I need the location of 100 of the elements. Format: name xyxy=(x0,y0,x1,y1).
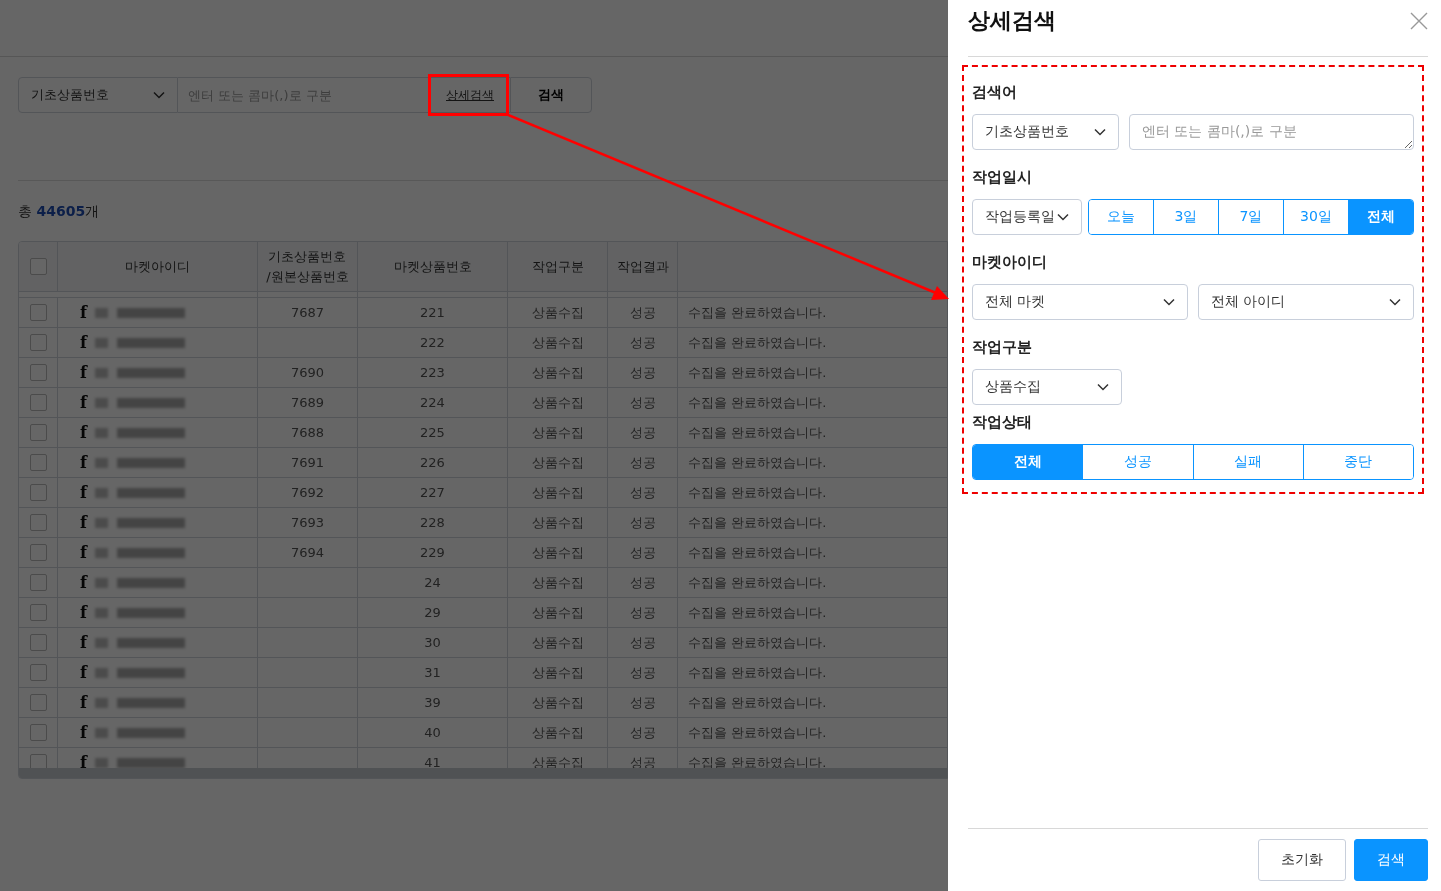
scrollbar[interactable] xyxy=(19,768,947,778)
dropdown[interactable]: 상품수집 xyxy=(972,369,1122,405)
table-cell: 수집을 완료하였습니다. xyxy=(688,303,827,322)
table-cell: 수집을 완료하였습니다. xyxy=(688,543,827,562)
table-cell: 7692 xyxy=(290,485,325,500)
table-cell: 7689 xyxy=(290,395,325,410)
checkbox[interactable] xyxy=(29,258,47,275)
market-logo: f xyxy=(80,423,87,442)
table-cell: 수집을 완료하였습니다. xyxy=(688,723,827,742)
market-logo: f xyxy=(80,513,87,532)
checkbox[interactable] xyxy=(29,694,47,711)
table-cell: 수집을 완료하였습니다. xyxy=(688,693,827,712)
table-cell: 24 xyxy=(424,575,441,590)
market-logo: f xyxy=(80,483,87,502)
table-cell: 40 xyxy=(424,725,441,740)
dropdown[interactable]: 전체 마켓 xyxy=(972,284,1188,320)
table-cell: 225 xyxy=(420,425,445,440)
table-cell: 성공 xyxy=(629,513,656,532)
table-cell: 상품수집 xyxy=(531,693,584,712)
segment-button[interactable]: 전체 xyxy=(1348,200,1413,234)
chevron-down-icon xyxy=(153,91,165,99)
dropdown[interactable]: 작업등록일 xyxy=(972,199,1082,235)
checkbox[interactable] xyxy=(29,304,47,321)
total-count: 총 44605개 xyxy=(18,203,101,221)
table-cell: 성공 xyxy=(629,693,656,712)
checkbox[interactable] xyxy=(29,364,47,381)
field-select[interactable]: 기초상품번호 xyxy=(18,77,178,113)
table-cell: 성공 xyxy=(629,603,656,622)
reset-button[interactable]: 초기화 xyxy=(1258,839,1346,881)
table-cell: 39 xyxy=(424,695,441,710)
table-cell: 226 xyxy=(420,455,445,470)
checkbox[interactable] xyxy=(29,664,47,681)
table-cell: 41 xyxy=(424,755,441,770)
market-logo: f xyxy=(80,573,87,592)
table-cell: 224 xyxy=(420,395,445,410)
table-cell: 성공 xyxy=(629,393,656,412)
drawer-title: 상세검색 xyxy=(968,7,1056,35)
table-cell: 성공 xyxy=(629,663,656,682)
table-cell: 223 xyxy=(420,365,445,380)
checkbox[interactable] xyxy=(29,604,47,621)
table-cell: 성공 xyxy=(629,543,656,562)
checkbox[interactable] xyxy=(29,454,47,471)
dropdown[interactable]: 전체 아이디 xyxy=(1198,284,1414,320)
segment-button[interactable]: 전체 xyxy=(973,445,1083,479)
segment-button[interactable]: 중단 xyxy=(1302,445,1413,479)
table-cell: 수집을 완료하였습니다. xyxy=(688,363,827,382)
table-cell: 29 xyxy=(424,605,441,620)
table-cell: 상품수집 xyxy=(531,513,584,532)
market-logo: f xyxy=(80,363,87,382)
table-cell: 7693 xyxy=(290,515,325,530)
table-cell: 수집을 완료하였습니다. xyxy=(688,633,827,652)
table-cell: 수집을 완료하였습니다. xyxy=(688,393,827,412)
chevron-down-icon xyxy=(1057,213,1069,221)
market-logo: f xyxy=(80,603,87,622)
table-cell: 7690 xyxy=(290,365,325,380)
table-cell: 성공 xyxy=(629,333,656,352)
table-cell: 상품수집 xyxy=(531,423,584,442)
checkbox[interactable] xyxy=(29,484,47,501)
checkbox[interactable] xyxy=(29,724,47,741)
keyword-field[interactable]: 엔터 또는 콤마(,)로 구분 xyxy=(1129,114,1414,150)
table-cell: 수집을 완료하였습니다. xyxy=(688,483,827,502)
table-cell: 7691 xyxy=(290,455,325,470)
market-logo: f xyxy=(80,693,87,712)
table-cell: 228 xyxy=(420,515,445,530)
detail-search-link[interactable]: 상세검색 xyxy=(430,77,510,113)
market-logo: f xyxy=(80,633,87,652)
checkbox[interactable] xyxy=(29,544,47,561)
search-button[interactable]: 검색 xyxy=(1354,839,1428,881)
section-label: 검색어 xyxy=(972,83,1018,102)
section-label: 작업일시 xyxy=(972,168,1033,187)
table-cell: 성공 xyxy=(629,573,656,592)
table-cell: 수집을 완료하였습니다. xyxy=(688,573,827,592)
table-cell: 수집을 완료하였습니다. xyxy=(688,513,827,532)
table-cell: 222 xyxy=(420,335,445,350)
table-cell: 상품수집 xyxy=(531,333,584,352)
table-cell: 상품수집 xyxy=(531,543,584,562)
market-logo: f xyxy=(80,333,87,352)
table-cell: 31 xyxy=(424,665,441,680)
checkbox[interactable] xyxy=(29,424,47,441)
table-cell: 7688 xyxy=(290,425,325,440)
table-cell: 229 xyxy=(420,545,445,560)
table-cell: 수집을 완료하였습니다. xyxy=(688,453,827,472)
dropdown[interactable]: 기초상품번호 xyxy=(972,114,1119,150)
market-logo: f xyxy=(80,663,87,682)
checkbox[interactable] xyxy=(29,394,47,411)
section-label: 작업상태 xyxy=(972,413,1033,432)
market-logo: f xyxy=(80,303,87,322)
checkbox[interactable] xyxy=(29,634,47,651)
table-cell: 상품수집 xyxy=(531,663,584,682)
table-cell: 성공 xyxy=(629,483,656,502)
checkbox[interactable] xyxy=(29,334,47,351)
search-button[interactable]: 검색 xyxy=(510,77,592,113)
chevron-down-icon xyxy=(1097,383,1109,391)
checkbox[interactable] xyxy=(29,574,47,591)
table-cell: 상품수집 xyxy=(531,723,584,742)
column-header: 마켓상품번호 xyxy=(393,257,472,276)
table-cell: 상품수집 xyxy=(531,453,584,472)
section-label: 작업구분 xyxy=(972,338,1033,357)
table-cell: 227 xyxy=(420,485,445,500)
checkbox[interactable] xyxy=(29,514,47,531)
